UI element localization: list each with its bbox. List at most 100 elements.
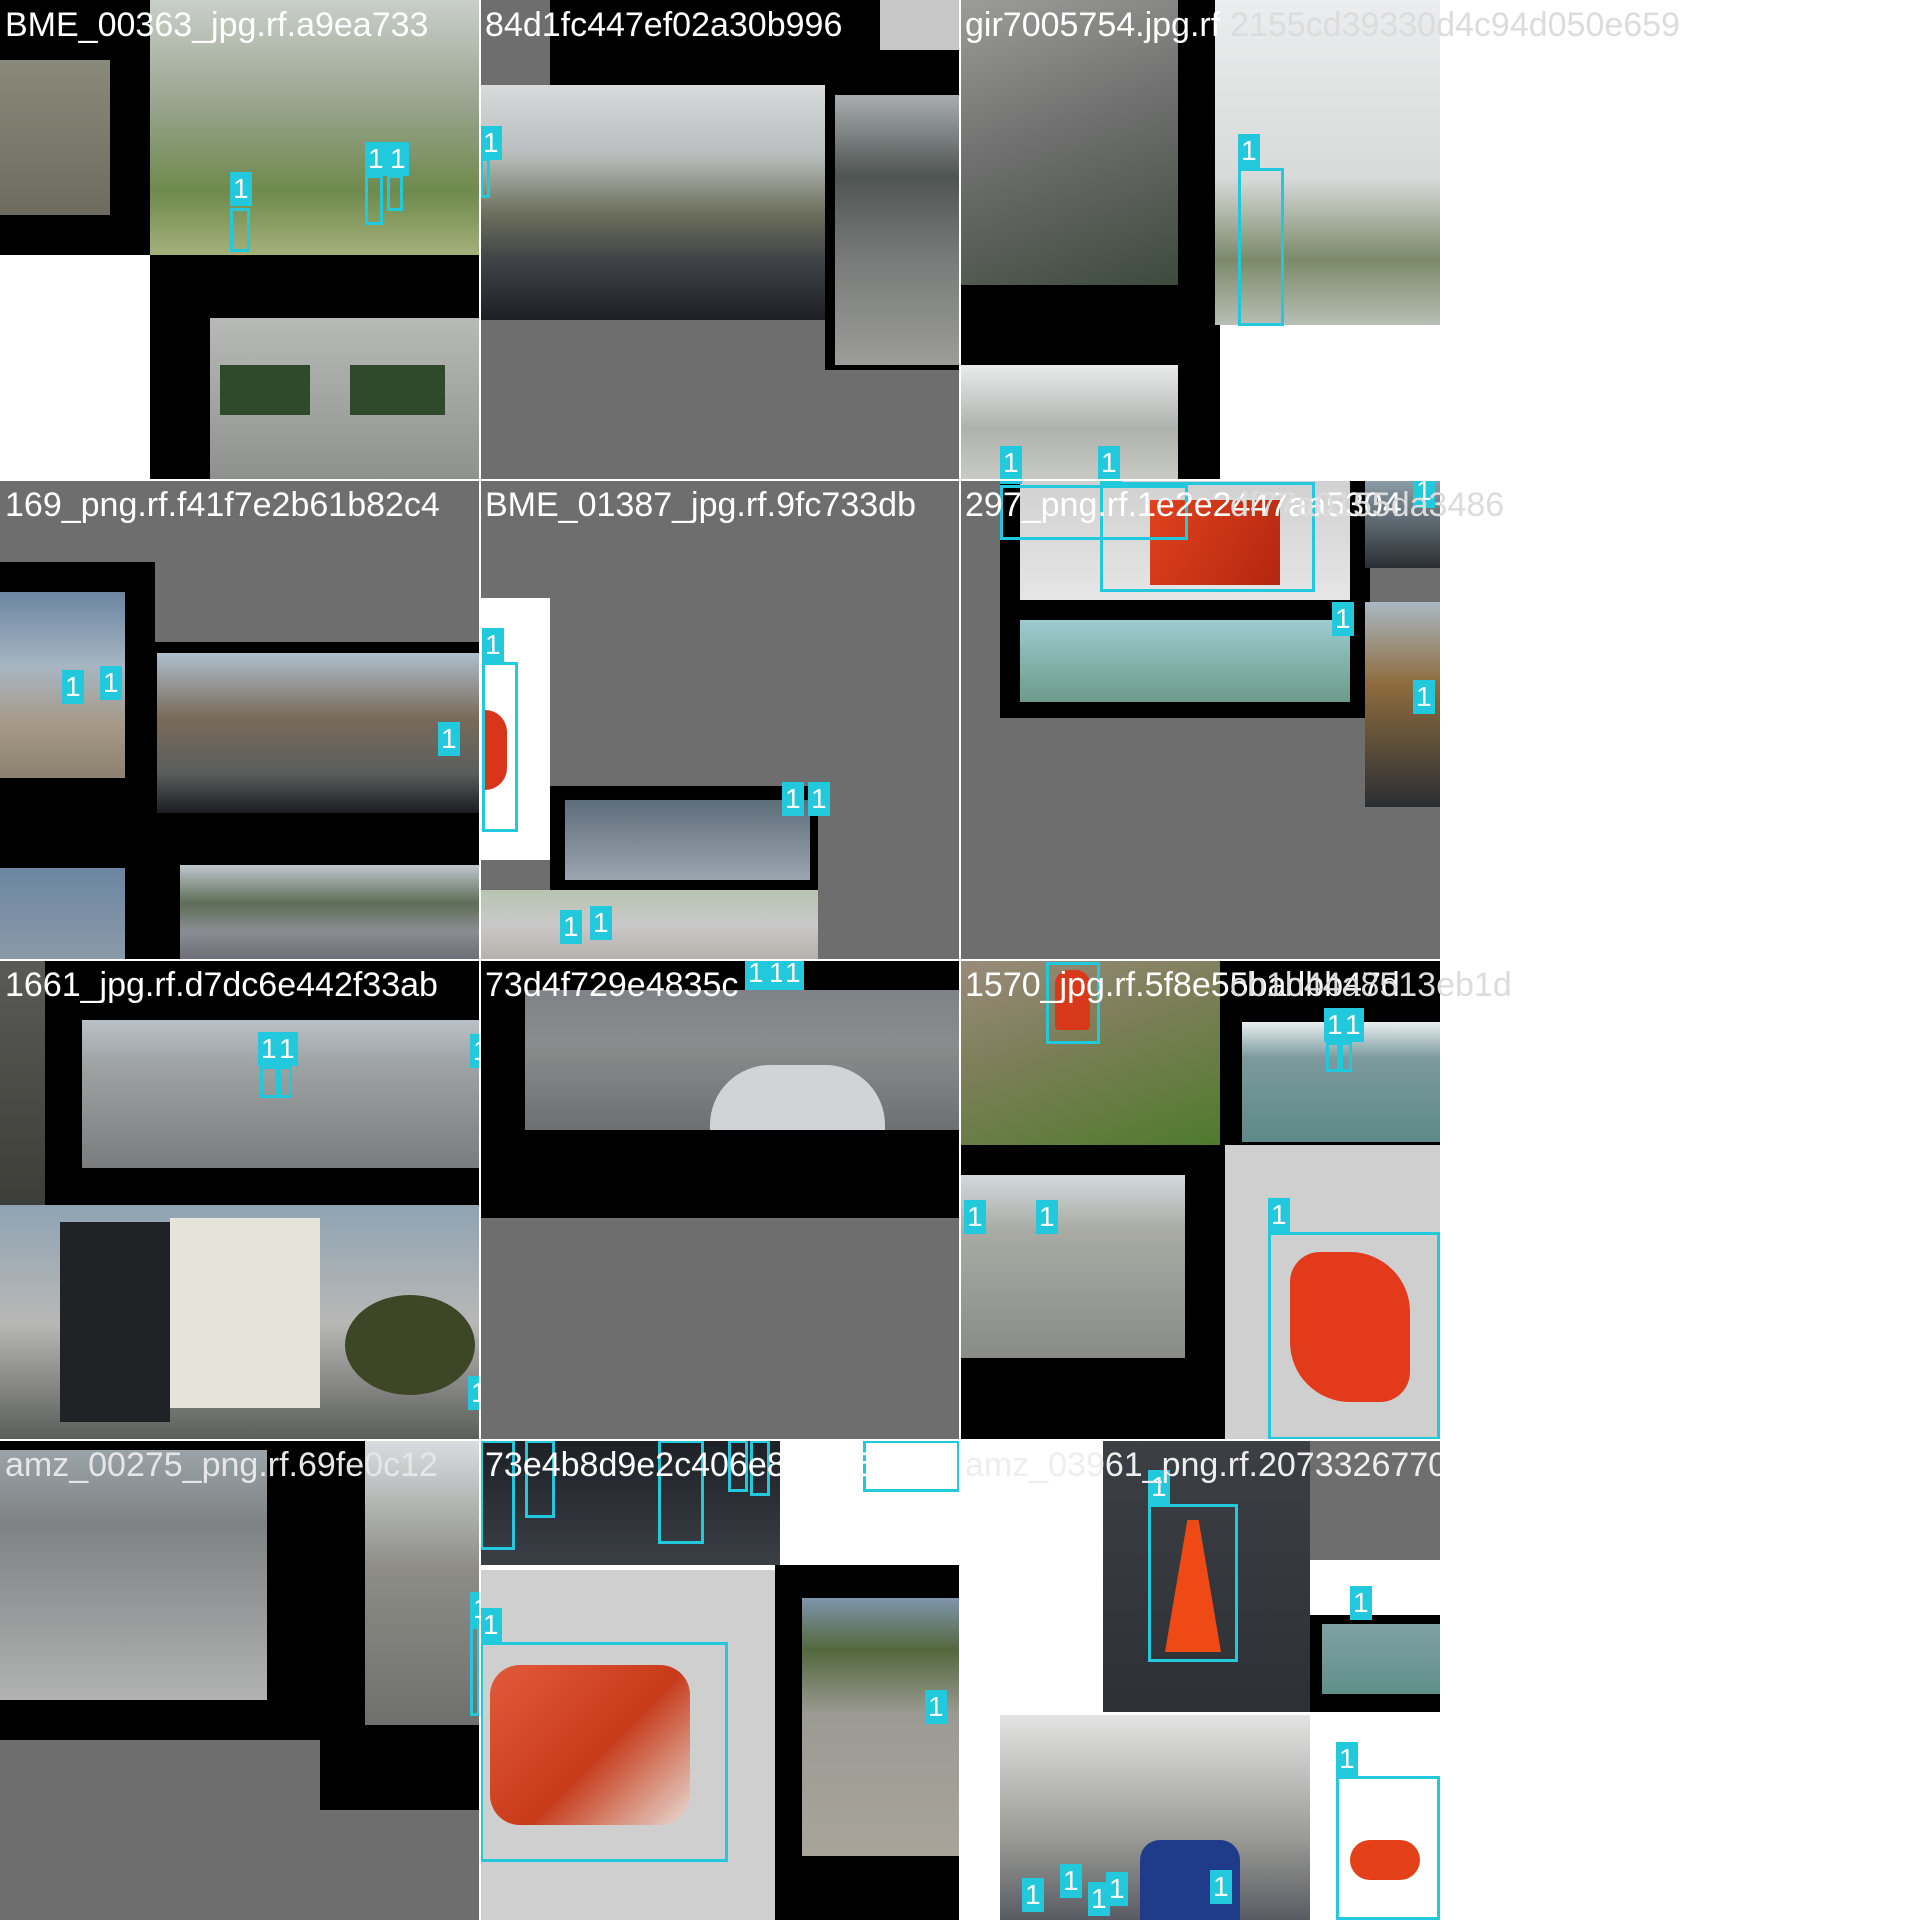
mosaic-tile: 1 1 1 1 1 BME_01387_jpg.rf.9fc733db: [480, 480, 960, 960]
bounding-box: [728, 1440, 748, 1492]
mosaic-tile: 1 1 1 1 1 1 1570_jpg.rf.5f8e55badbb47d: [960, 960, 1440, 1440]
bounding-box: [1148, 1504, 1238, 1662]
mosaic-tile: 1 1 1 1 1 1 1 1 amz_03961_png.rf.2073326…: [960, 1440, 1440, 1920]
class-label: 1: [1060, 1864, 1082, 1898]
bounding-box: [1046, 962, 1100, 1044]
tile-photo: [350, 365, 445, 415]
tile-label: BME_01387_jpg.rf.9fc733db: [485, 486, 916, 524]
class-label: 1: [964, 1200, 986, 1234]
mosaic-tile: 1 amz_00275_png.rf.69fe0c12: [0, 1440, 480, 1920]
tile-photo: [0, 60, 110, 215]
mosaic-tile: 1 1 1 1 1 297_png.rf.1e2e2447aa5304: [960, 480, 1440, 960]
bounding-box: [480, 158, 490, 198]
bounding-box: [863, 1440, 960, 1492]
tile-photo: [1310, 1440, 1440, 1560]
bounding-box: [480, 1440, 515, 1550]
bounding-box: [365, 175, 383, 225]
tile-photo: [365, 1440, 480, 1725]
class-label: 1: [482, 628, 504, 662]
class-label: 1: [1268, 1198, 1290, 1232]
class-label: 1: [560, 910, 582, 944]
class-label: 1: [276, 1032, 298, 1066]
tile-photo: [880, 0, 960, 50]
bounding-box: [482, 662, 518, 832]
class-label: 1: [782, 960, 804, 990]
tile-photo: [60, 1222, 170, 1422]
tile-photo: [960, 365, 1178, 480]
tile-photo: [710, 1065, 885, 1130]
bounding-box: [658, 1440, 704, 1544]
tile-photo: [1322, 1624, 1440, 1694]
tile-photo: [960, 0, 1178, 285]
class-label: 1: [1022, 1878, 1044, 1912]
tile-photo: [150, 0, 480, 255]
class-label: 1: [230, 172, 252, 206]
bounding-box: [1336, 1776, 1440, 1920]
tile-photo: [802, 1598, 960, 1856]
class-label: 1: [1413, 680, 1435, 714]
tile-photo: [345, 1295, 475, 1395]
tile-photo: [565, 800, 810, 880]
class-label: 1: [1106, 1872, 1128, 1906]
class-label: 1: [745, 960, 767, 990]
bounding-box: [1340, 1042, 1352, 1072]
class-label: 1: [1350, 1586, 1372, 1620]
class-label: 1: [590, 906, 612, 940]
tile-photo: [835, 95, 960, 365]
tile-photo: [480, 890, 818, 960]
grid-divider: [0, 1439, 1440, 1441]
class-label: 1: [438, 722, 460, 756]
tile-photo: [0, 868, 125, 960]
tile-photo: [0, 960, 45, 1210]
class-label: 1: [925, 1690, 947, 1724]
bounding-box: [1268, 1232, 1440, 1440]
tile-photo: [180, 865, 480, 960]
tile-photo: [220, 365, 310, 415]
bounding-box: [1326, 1042, 1340, 1072]
tile-label: 169_png.rf.f41f7e2b61b82c4: [5, 486, 440, 524]
grid-divider: [0, 959, 1440, 961]
class-label: 1: [480, 1608, 502, 1642]
class-label: 1: [1332, 602, 1354, 636]
mosaic-tile: 1 84d1fc447ef02a30b996: [480, 0, 960, 480]
bounding-box: [750, 1440, 770, 1496]
tile-photo: [170, 1218, 320, 1408]
tile-label-overflow: 2155cd39330d4c94d050e659: [1230, 6, 1681, 44]
class-label: 1: [100, 666, 122, 700]
class-label: 1: [480, 126, 502, 160]
class-label: 1: [1238, 134, 1260, 168]
tile-photo: [480, 85, 825, 320]
bounding-box: [230, 208, 250, 252]
mosaic-tile: 1 1 73e4b8d9e2c406e8ccbc5c: [480, 1440, 960, 1920]
mosaic-grid: 1 1 1 BME_00363_jpg.rf.a9ea733 1 84d1fc4…: [0, 0, 1440, 1920]
grid-divider: [0, 479, 1440, 481]
bounding-box: [480, 1642, 728, 1862]
tile-photo: [1020, 620, 1350, 702]
mosaic-tile: 1 1 1 1 1661_jpg.rf.d7dc6e442f33ab: [0, 960, 480, 1440]
class-label: 1: [1342, 1008, 1364, 1042]
class-label: 1: [1036, 1200, 1058, 1234]
class-label: 1: [782, 782, 804, 816]
bounding-box: [260, 1066, 278, 1098]
tile-photo: [320, 1740, 480, 1810]
class-label: 1: [1098, 446, 1120, 480]
class-label: 1: [387, 142, 409, 176]
tile-label-overflow: df77a0155da3486: [1230, 486, 1505, 524]
tile-photo: [0, 1450, 267, 1700]
class-label: 1: [1210, 1870, 1232, 1904]
class-label: 1: [365, 142, 387, 176]
mosaic-tile: 1 1 1 73d4f729e4835c: [480, 960, 960, 1440]
class-label: 1: [1336, 1742, 1358, 1776]
mosaic-tile: 1 1 1 gir7005754.jpg.rf: [960, 0, 1440, 480]
bounding-box: [1238, 168, 1284, 326]
mosaic-tile: 1 1 1 169_png.rf.f41f7e2b61b82c4: [0, 480, 480, 960]
class-label: 1: [62, 670, 84, 704]
bounding-box: [387, 175, 403, 211]
class-label: 1: [808, 782, 830, 816]
tile-label-overflow: cb1b44a8513eb1d: [1230, 966, 1512, 1004]
bounding-box: [278, 1066, 292, 1098]
bounding-box: [525, 1440, 555, 1518]
mosaic-tile: 1 1 1 BME_00363_jpg.rf.a9ea733: [0, 0, 480, 480]
tile-photo: [960, 1175, 1185, 1358]
tile-photo: [157, 653, 480, 813]
